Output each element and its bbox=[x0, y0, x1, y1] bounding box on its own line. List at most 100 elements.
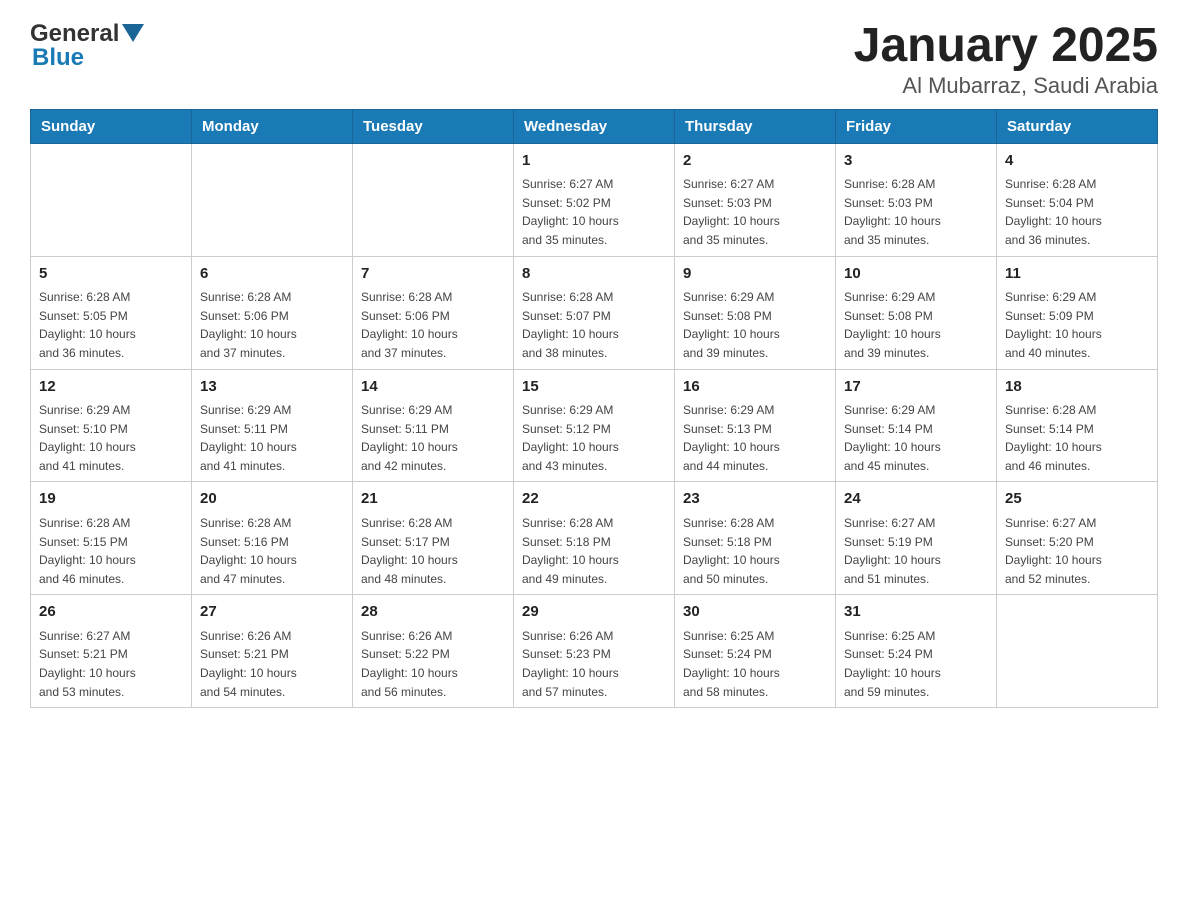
logo-blue-text: Blue bbox=[32, 44, 84, 71]
calendar-day-cell bbox=[353, 143, 514, 256]
day-info: Sunrise: 6:28 AM Sunset: 5:17 PM Dayligh… bbox=[361, 514, 505, 588]
day-number: 29 bbox=[522, 601, 666, 624]
day-number: 20 bbox=[200, 488, 344, 511]
calendar-day-cell bbox=[31, 143, 192, 256]
day-info: Sunrise: 6:29 AM Sunset: 5:09 PM Dayligh… bbox=[1005, 288, 1149, 362]
day-number: 8 bbox=[522, 263, 666, 286]
day-info: Sunrise: 6:25 AM Sunset: 5:24 PM Dayligh… bbox=[844, 627, 988, 701]
day-info: Sunrise: 6:28 AM Sunset: 5:18 PM Dayligh… bbox=[522, 514, 666, 588]
calendar-day-cell: 20 Sunrise: 6:28 AM Sunset: 5:16 PM Dayli… bbox=[192, 482, 353, 595]
day-info: Sunrise: 6:29 AM Sunset: 5:13 PM Dayligh… bbox=[683, 401, 827, 475]
day-info: Sunrise: 6:27 AM Sunset: 5:20 PM Dayligh… bbox=[1005, 514, 1149, 588]
day-info: Sunrise: 6:28 AM Sunset: 5:15 PM Dayligh… bbox=[39, 514, 183, 588]
day-number: 9 bbox=[683, 263, 827, 286]
calendar-week-row: 12Sunrise: 6:29 AM Sunset: 5:10 PM Dayli… bbox=[31, 369, 1158, 482]
day-number: 18 bbox=[1005, 376, 1149, 399]
day-number: 31 bbox=[844, 601, 988, 624]
day-number: 17 bbox=[844, 376, 988, 399]
calendar-day-cell: 17Sunrise: 6:29 AM Sunset: 5:14 PM Dayli… bbox=[836, 369, 997, 482]
logo: General Blue bbox=[30, 20, 144, 72]
calendar-day-cell: 25 Sunrise: 6:27 AM Sunset: 5:20 PM Dayli… bbox=[997, 482, 1158, 595]
calendar-day-cell: 22 Sunrise: 6:28 AM Sunset: 5:18 PM Dayli… bbox=[514, 482, 675, 595]
day-number: 21 bbox=[361, 488, 505, 511]
day-number: 12 bbox=[39, 376, 183, 399]
calendar-day-cell: 4Sunrise: 6:28 AM Sunset: 5:04 PM Daylig… bbox=[997, 143, 1158, 256]
day-number: 5 bbox=[39, 263, 183, 286]
day-info: Sunrise: 6:27 AM Sunset: 5:03 PM Dayligh… bbox=[683, 175, 827, 249]
day-info: Sunrise: 6:25 AM Sunset: 5:24 PM Dayligh… bbox=[683, 627, 827, 701]
calendar-subtitle: Al Mubarraz, Saudi Arabia bbox=[854, 73, 1158, 99]
day-info: Sunrise: 6:26 AM Sunset: 5:23 PM Dayligh… bbox=[522, 627, 666, 701]
day-number: 25 bbox=[1005, 488, 1149, 511]
calendar-day-cell: 12Sunrise: 6:29 AM Sunset: 5:10 PM Dayli… bbox=[31, 369, 192, 482]
calendar-day-cell: 24Sunrise: 6:27 AM Sunset: 5:19 PM Dayli… bbox=[836, 482, 997, 595]
day-of-week-header: Saturday bbox=[997, 109, 1158, 143]
calendar-title: January 2025 bbox=[854, 20, 1158, 73]
title-block: January 2025 Al Mubarraz, Saudi Arabia bbox=[854, 20, 1158, 99]
day-info: Sunrise: 6:28 AM Sunset: 5:16 PM Dayligh… bbox=[200, 514, 344, 588]
calendar-day-cell: 2Sunrise: 6:27 AM Sunset: 5:03 PM Daylig… bbox=[675, 143, 836, 256]
day-info: Sunrise: 6:28 AM Sunset: 5:05 PM Dayligh… bbox=[39, 288, 183, 362]
day-number: 2 bbox=[683, 150, 827, 173]
day-info: Sunrise: 6:28 AM Sunset: 5:03 PM Dayligh… bbox=[844, 175, 988, 249]
day-info: Sunrise: 6:29 AM Sunset: 5:11 PM Dayligh… bbox=[200, 401, 344, 475]
day-number: 27 bbox=[200, 601, 344, 624]
day-info: Sunrise: 6:28 AM Sunset: 5:06 PM Dayligh… bbox=[200, 288, 344, 362]
calendar-day-cell: 11Sunrise: 6:29 AM Sunset: 5:09 PM Dayli… bbox=[997, 256, 1158, 369]
day-info: Sunrise: 6:27 AM Sunset: 5:19 PM Dayligh… bbox=[844, 514, 988, 588]
day-of-week-header: Tuesday bbox=[353, 109, 514, 143]
day-info: Sunrise: 6:28 AM Sunset: 5:06 PM Dayligh… bbox=[361, 288, 505, 362]
calendar-week-row: 19 Sunrise: 6:28 AM Sunset: 5:15 PM Dayli… bbox=[31, 482, 1158, 595]
calendar-day-cell: 5Sunrise: 6:28 AM Sunset: 5:05 PM Daylig… bbox=[31, 256, 192, 369]
day-of-week-header: Monday bbox=[192, 109, 353, 143]
day-number: 26 bbox=[39, 601, 183, 624]
day-info: Sunrise: 6:29 AM Sunset: 5:08 PM Dayligh… bbox=[844, 288, 988, 362]
day-info: Sunrise: 6:28 AM Sunset: 5:18 PM Dayligh… bbox=[683, 514, 827, 588]
day-number: 1 bbox=[522, 150, 666, 173]
calendar-day-cell: 13Sunrise: 6:29 AM Sunset: 5:11 PM Dayli… bbox=[192, 369, 353, 482]
calendar-day-cell: 15Sunrise: 6:29 AM Sunset: 5:12 PM Dayli… bbox=[514, 369, 675, 482]
calendar-day-cell: 3Sunrise: 6:28 AM Sunset: 5:03 PM Daylig… bbox=[836, 143, 997, 256]
calendar-day-cell: 14Sunrise: 6:29 AM Sunset: 5:11 PM Dayli… bbox=[353, 369, 514, 482]
calendar-week-row: 26Sunrise: 6:27 AM Sunset: 5:21 PM Dayli… bbox=[31, 595, 1158, 708]
day-number: 19 bbox=[39, 488, 183, 511]
day-number: 6 bbox=[200, 263, 344, 286]
calendar-day-cell: 18Sunrise: 6:28 AM Sunset: 5:14 PM Dayli… bbox=[997, 369, 1158, 482]
day-number: 23 bbox=[683, 488, 827, 511]
day-number: 28 bbox=[361, 601, 505, 624]
day-info: Sunrise: 6:28 AM Sunset: 5:04 PM Dayligh… bbox=[1005, 175, 1149, 249]
calendar-day-cell bbox=[192, 143, 353, 256]
day-info: Sunrise: 6:27 AM Sunset: 5:02 PM Dayligh… bbox=[522, 175, 666, 249]
calendar-table: SundayMondayTuesdayWednesdayThursdayFrid… bbox=[30, 109, 1158, 708]
day-info: Sunrise: 6:26 AM Sunset: 5:21 PM Dayligh… bbox=[200, 627, 344, 701]
day-number: 22 bbox=[522, 488, 666, 511]
calendar-day-cell: 16Sunrise: 6:29 AM Sunset: 5:13 PM Dayli… bbox=[675, 369, 836, 482]
calendar-week-row: 1Sunrise: 6:27 AM Sunset: 5:02 PM Daylig… bbox=[31, 143, 1158, 256]
day-number: 4 bbox=[1005, 150, 1149, 173]
logo-triangle-icon bbox=[122, 24, 144, 47]
calendar-day-cell: 27 Sunrise: 6:26 AM Sunset: 5:21 PM Dayli… bbox=[192, 595, 353, 708]
day-info: Sunrise: 6:28 AM Sunset: 5:07 PM Dayligh… bbox=[522, 288, 666, 362]
page-header: General Blue January 2025 Al Mubarraz, S… bbox=[30, 20, 1158, 99]
calendar-day-cell: 7Sunrise: 6:28 AM Sunset: 5:06 PM Daylig… bbox=[353, 256, 514, 369]
calendar-day-cell: 19 Sunrise: 6:28 AM Sunset: 5:15 PM Dayli… bbox=[31, 482, 192, 595]
day-number: 11 bbox=[1005, 263, 1149, 286]
day-info: Sunrise: 6:29 AM Sunset: 5:14 PM Dayligh… bbox=[844, 401, 988, 475]
day-info: Sunrise: 6:29 AM Sunset: 5:08 PM Dayligh… bbox=[683, 288, 827, 362]
day-info: Sunrise: 6:29 AM Sunset: 5:12 PM Dayligh… bbox=[522, 401, 666, 475]
day-number: 14 bbox=[361, 376, 505, 399]
calendar-day-cell: 9Sunrise: 6:29 AM Sunset: 5:08 PM Daylig… bbox=[675, 256, 836, 369]
calendar-day-cell: 10Sunrise: 6:29 AM Sunset: 5:08 PM Dayli… bbox=[836, 256, 997, 369]
day-info: Sunrise: 6:28 AM Sunset: 5:14 PM Dayligh… bbox=[1005, 401, 1149, 475]
calendar-day-cell: 29 Sunrise: 6:26 AM Sunset: 5:23 PM Dayli… bbox=[514, 595, 675, 708]
calendar-header-row: SundayMondayTuesdayWednesdayThursdayFrid… bbox=[31, 109, 1158, 143]
day-info: Sunrise: 6:29 AM Sunset: 5:10 PM Dayligh… bbox=[39, 401, 183, 475]
calendar-day-cell: 6Sunrise: 6:28 AM Sunset: 5:06 PM Daylig… bbox=[192, 256, 353, 369]
calendar-day-cell: 28 Sunrise: 6:26 AM Sunset: 5:22 PM Dayli… bbox=[353, 595, 514, 708]
day-info: Sunrise: 6:26 AM Sunset: 5:22 PM Dayligh… bbox=[361, 627, 505, 701]
day-of-week-header: Sunday bbox=[31, 109, 192, 143]
calendar-day-cell: 1Sunrise: 6:27 AM Sunset: 5:02 PM Daylig… bbox=[514, 143, 675, 256]
calendar-day-cell: 8Sunrise: 6:28 AM Sunset: 5:07 PM Daylig… bbox=[514, 256, 675, 369]
day-number: 16 bbox=[683, 376, 827, 399]
calendar-day-cell: 23 Sunrise: 6:28 AM Sunset: 5:18 PM Dayli… bbox=[675, 482, 836, 595]
